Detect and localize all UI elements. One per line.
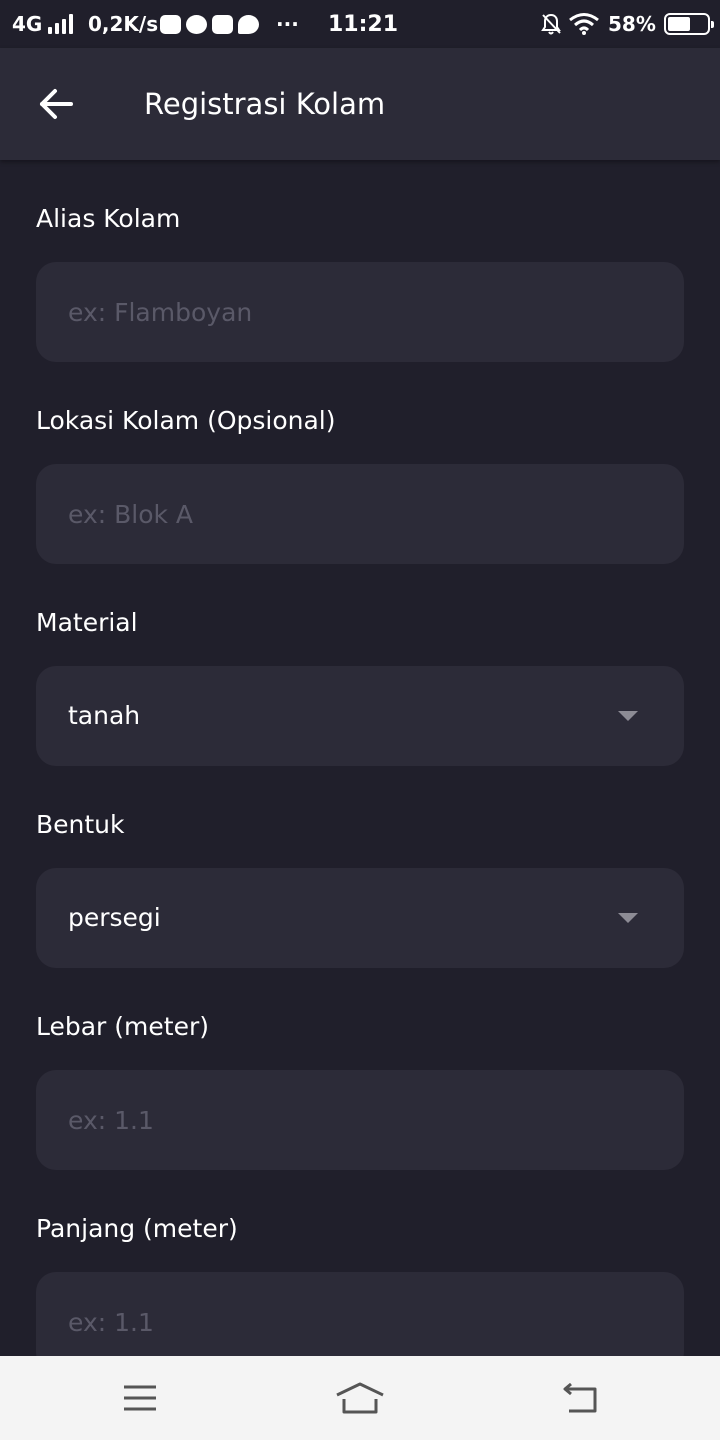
system-nav-bar: [0, 1356, 720, 1440]
chat-bubble-icon: [238, 14, 259, 34]
home-button[interactable]: [300, 1356, 420, 1440]
clock: 11:21: [328, 11, 399, 37]
bentuk-label: Bentuk: [36, 810, 125, 839]
lebar-label: Lebar (meter): [36, 1012, 209, 1041]
app-bar: Registrasi Kolam: [0, 48, 720, 160]
status-bar: 4G 0,2K/s ··· 11:21 58%: [0, 0, 720, 48]
page-title: Registrasi Kolam: [144, 87, 386, 121]
notification-icons: [160, 0, 264, 48]
panjang-label: Panjang (meter): [36, 1214, 238, 1243]
lebar-input[interactable]: [36, 1070, 684, 1170]
bell-off-icon: [541, 13, 561, 35]
signal-icon: [48, 14, 74, 34]
shopping-bag-icon: [212, 14, 233, 34]
battery-percent: 58%: [608, 12, 656, 36]
battery-fill: [667, 17, 690, 31]
bentuk-selected-value: persegi: [68, 903, 161, 932]
chevron-down-icon: [618, 913, 638, 923]
network-indicator: 4G: [12, 0, 74, 48]
chevron-down-icon: [618, 711, 638, 721]
speedometer-icon: [186, 14, 207, 34]
alias-field-box: [36, 262, 684, 362]
home-icon: [336, 1382, 384, 1414]
status-right: 58%: [540, 0, 714, 48]
lebar-field-box: [36, 1070, 684, 1170]
menu-button[interactable]: [80, 1356, 200, 1440]
battery-icon: [663, 13, 714, 35]
shopping-bag-icon: [160, 14, 181, 34]
back-button[interactable]: [28, 76, 84, 132]
lokasi-input[interactable]: [36, 464, 684, 564]
alias-label: Alias Kolam: [36, 204, 181, 233]
network-type: 4G: [12, 12, 43, 36]
arrow-left-icon: [40, 89, 73, 119]
bentuk-dropdown[interactable]: persegi: [36, 868, 684, 968]
alias-input[interactable]: [36, 262, 684, 362]
lokasi-label: Lokasi Kolam (Opsional): [36, 406, 336, 435]
more-notifications: ···: [276, 12, 299, 36]
menu-icon: [124, 1385, 156, 1411]
material-selected-value: tanah: [68, 701, 141, 730]
material-label: Material: [36, 608, 138, 637]
material-dropdown[interactable]: tanah: [36, 666, 684, 766]
lokasi-field-box: [36, 464, 684, 564]
wifi-icon: [569, 13, 599, 35]
back-icon: [563, 1383, 597, 1413]
back-nav-button[interactable]: [520, 1356, 640, 1440]
network-speed: 0,2K/s: [88, 12, 159, 36]
